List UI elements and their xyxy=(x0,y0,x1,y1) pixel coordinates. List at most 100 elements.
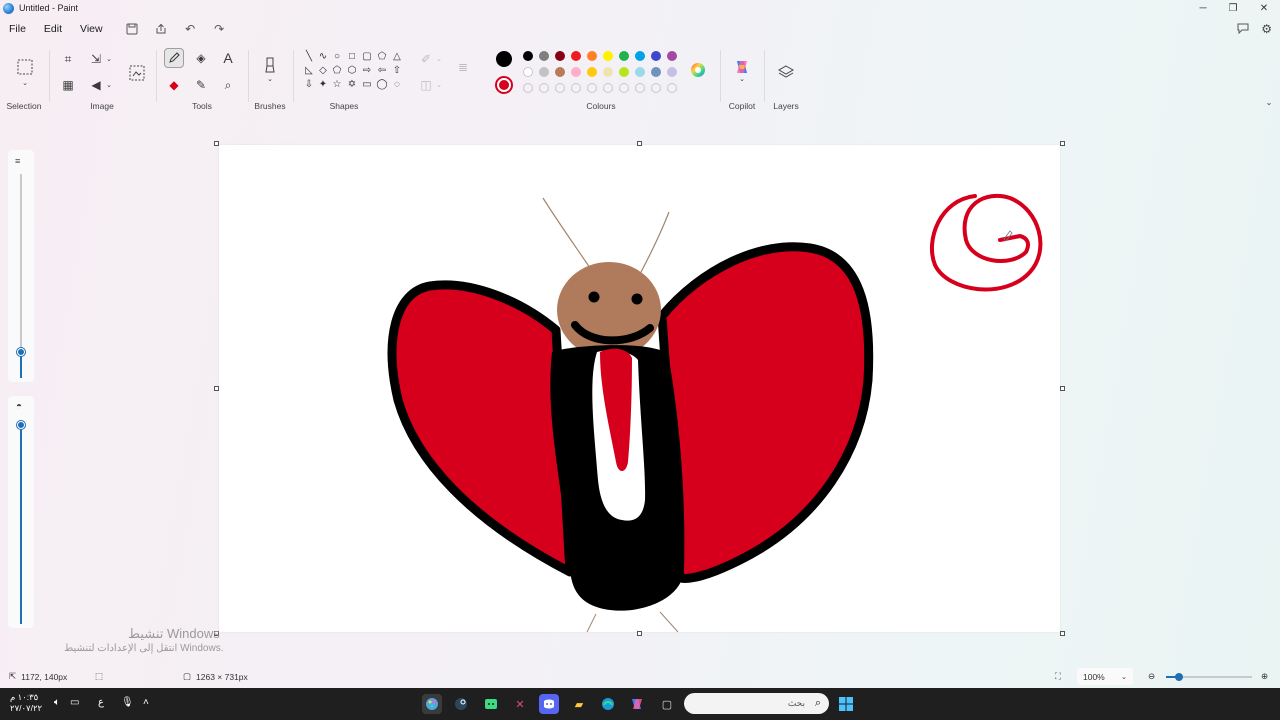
pentagon-shape-icon[interactable]: ⬠ xyxy=(330,64,344,78)
show-hidden-icons-icon[interactable]: ˄ xyxy=(143,697,149,708)
color-swatch[interactable] xyxy=(539,67,549,77)
input-language[interactable]: ع xyxy=(98,697,104,708)
resize-dropdown-icon[interactable]: ⌄ xyxy=(104,49,114,69)
fill-dropdown-icon[interactable]: ⌄ xyxy=(434,75,444,95)
copilot-taskbar-icon[interactable] xyxy=(627,694,647,714)
crop-icon[interactable]: ⌗ xyxy=(58,49,78,69)
close-button[interactable]: ✕ xyxy=(1248,0,1280,16)
down-arrow-shape-icon[interactable]: ⇩ xyxy=(302,78,316,92)
pencil-icon[interactable] xyxy=(164,48,184,68)
microphone-icon[interactable]: 🎙︎ xyxy=(121,697,134,708)
volume-icon[interactable]: 🔈︎ xyxy=(54,697,60,708)
zoom-out-icon[interactable]: ⊖ xyxy=(1148,671,1155,682)
rounded-rect-shape-icon[interactable]: ▢ xyxy=(360,50,374,64)
oval-shape-icon[interactable]: ○ xyxy=(330,50,344,64)
right-arrow-shape-icon[interactable]: ⇨ xyxy=(360,64,374,78)
color-swatch[interactable] xyxy=(571,51,581,61)
outline-dropdown-icon[interactable]: ⌄ xyxy=(434,49,444,69)
color-swatch[interactable] xyxy=(603,67,613,77)
resize-handle-top-left[interactable] xyxy=(214,141,219,146)
resize-handle-bottom-right[interactable] xyxy=(1060,631,1065,636)
color-swatch[interactable] xyxy=(587,67,597,77)
brush-size-slider[interactable]: ≡ xyxy=(8,150,34,382)
color-swatch[interactable] xyxy=(635,51,645,61)
redo-icon[interactable]: ↷ xyxy=(205,18,234,40)
color-swatch[interactable] xyxy=(667,67,677,77)
rect-callout-icon[interactable]: ▭ xyxy=(360,78,374,92)
brush-size-knob[interactable] xyxy=(17,348,25,356)
menu-file[interactable]: File xyxy=(0,23,35,35)
custom-color-slot[interactable] xyxy=(619,83,629,93)
custom-color-slot[interactable] xyxy=(555,83,565,93)
opacity-slider[interactable]: ◓ xyxy=(8,396,34,628)
restore-button[interactable]: ❐ xyxy=(1217,0,1249,16)
custom-color-slot[interactable] xyxy=(523,83,533,93)
diamond-shape-icon[interactable]: ◇ xyxy=(316,64,330,78)
selection-dropdown-icon[interactable]: ⌄ xyxy=(16,78,34,88)
secondary-color-ring[interactable] xyxy=(495,76,513,94)
right-triangle-shape-icon[interactable]: ◺ xyxy=(302,64,316,78)
image-select-icon[interactable] xyxy=(126,62,148,84)
zoom-slider[interactable] xyxy=(1166,673,1252,681)
layers-icon[interactable] xyxy=(776,62,796,82)
color-swatch[interactable] xyxy=(555,51,565,61)
settings-gear-icon[interactable]: ⚙ xyxy=(1261,22,1272,36)
color-swatch[interactable] xyxy=(603,51,613,61)
zoom-select[interactable]: 100% ⌄ xyxy=(1077,668,1133,685)
fill-bucket-icon[interactable]: ◈ xyxy=(191,48,211,68)
brushes-dropdown-icon[interactable]: ⌄ xyxy=(260,74,280,84)
cloud-callout-icon[interactable]: ◌ xyxy=(390,78,404,92)
color-swatch[interactable] xyxy=(619,67,629,77)
color-swatch[interactable] xyxy=(587,51,597,61)
network-icon[interactable]: ▭ xyxy=(70,697,79,708)
color-swatch[interactable] xyxy=(635,67,645,77)
curve-shape-icon[interactable]: ∿ xyxy=(316,50,330,64)
rotate-dropdown-icon[interactable]: ⌄ xyxy=(104,75,114,95)
menu-edit[interactable]: Edit xyxy=(35,23,71,35)
triangle-shape-icon[interactable]: △ xyxy=(390,50,404,64)
up-arrow-shape-icon[interactable]: ⇧ xyxy=(390,64,404,78)
resize-icon[interactable]: ⇲ xyxy=(86,49,106,69)
rotate-icon[interactable]: ◀ xyxy=(86,75,106,95)
magnifier-icon[interactable]: ⌕ xyxy=(218,75,238,95)
custom-color-slot[interactable] xyxy=(571,83,581,93)
shape-size-icon[interactable]: ≣ xyxy=(453,57,473,77)
save-icon[interactable] xyxy=(118,18,147,40)
fit-to-window-icon[interactable]: ⛶ xyxy=(1055,671,1061,682)
oval-callout-icon[interactable]: ◯ xyxy=(375,78,389,92)
zoom-in-icon[interactable]: ⊕ xyxy=(1261,671,1268,682)
selection-rect-icon[interactable] xyxy=(14,56,36,78)
resize-handle-bottom[interactable] xyxy=(637,631,642,636)
primary-color[interactable] xyxy=(496,51,512,67)
custom-color-slot[interactable] xyxy=(603,83,613,93)
line-shape-icon[interactable]: ╲ xyxy=(302,50,316,64)
four-point-star-icon[interactable]: ✦ xyxy=(316,78,330,92)
opacity-knob[interactable] xyxy=(17,421,25,429)
minimize-button[interactable]: ─ xyxy=(1187,0,1219,16)
zoom-slider-knob[interactable] xyxy=(1175,673,1183,681)
steam-icon[interactable] xyxy=(451,694,471,714)
edit-colors-icon[interactable] xyxy=(688,60,708,80)
custom-color-slot[interactable] xyxy=(587,83,597,93)
custom-color-slot[interactable] xyxy=(539,83,549,93)
color-swatch[interactable] xyxy=(619,51,629,61)
paint-taskbar-icon[interactable] xyxy=(422,694,442,714)
color-swatch[interactable] xyxy=(523,67,533,77)
start-menu-icon[interactable] xyxy=(836,694,856,714)
feedback-icon[interactable] xyxy=(1237,22,1249,37)
color-picker-icon[interactable]: ✎ xyxy=(191,75,211,95)
undo-icon[interactable]: ↶ xyxy=(176,18,205,40)
rectangle-shape-icon[interactable]: □ xyxy=(345,50,359,64)
custom-color-slot[interactable] xyxy=(651,83,661,93)
game-app-icon[interactable]: ✕ xyxy=(510,694,530,714)
color-swatch[interactable] xyxy=(651,67,661,77)
custom-color-slot[interactable] xyxy=(667,83,677,93)
menu-view[interactable]: View xyxy=(71,23,112,35)
color-swatch[interactable] xyxy=(539,51,549,61)
taskbar-search[interactable]: بحث ⌕ xyxy=(684,693,829,714)
share-icon[interactable] xyxy=(147,18,176,40)
custom-color-slot[interactable] xyxy=(635,83,645,93)
six-point-star-icon[interactable]: ✡ xyxy=(345,78,359,92)
resize-handle-top[interactable] xyxy=(637,141,642,146)
color-swatch[interactable] xyxy=(571,67,581,77)
